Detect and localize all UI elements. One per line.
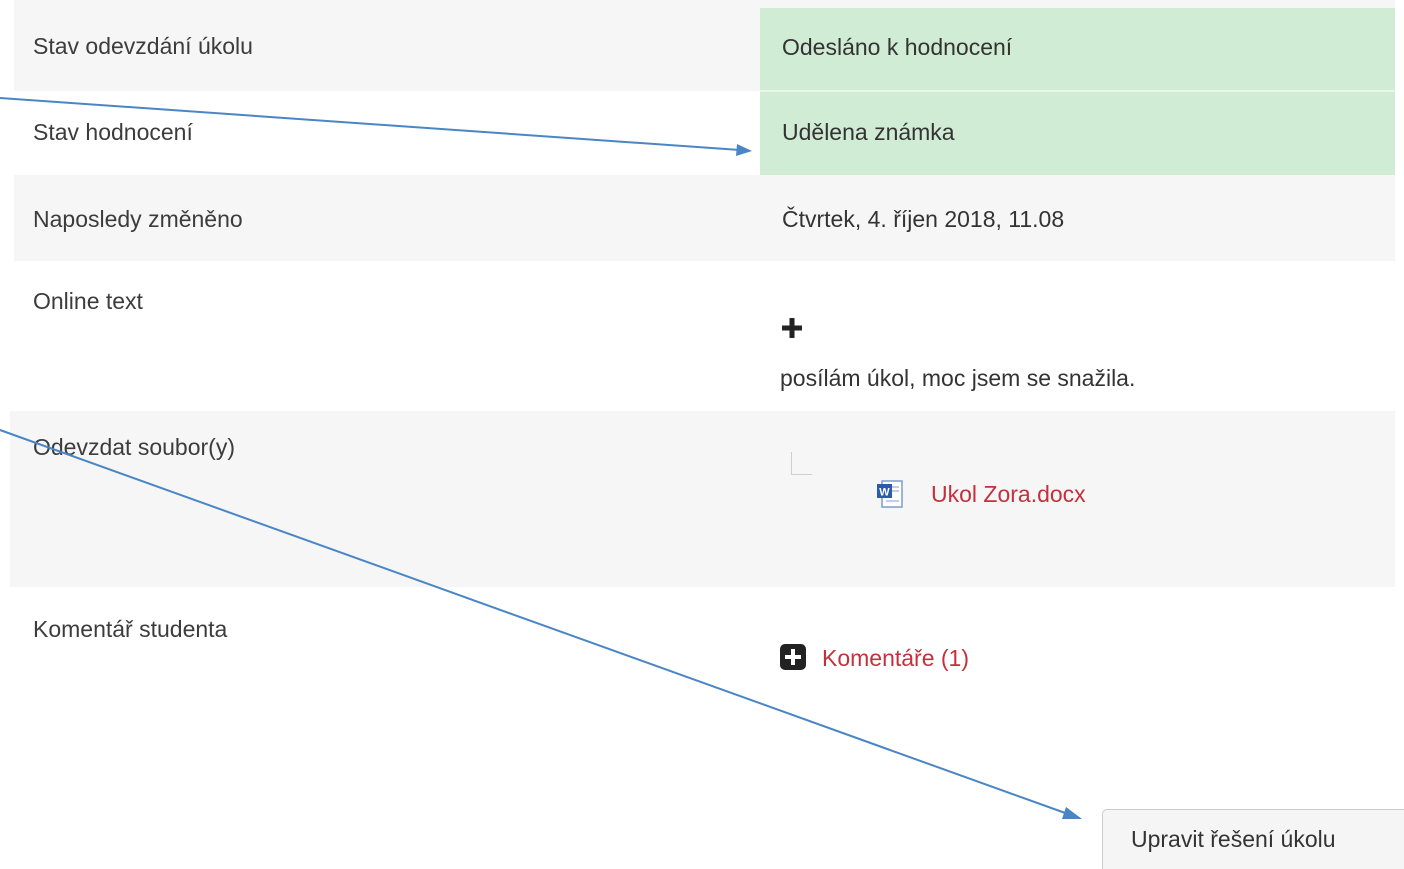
grading-status-label: Stav hodnocení — [33, 119, 193, 145]
grading-status-value: Udělena známka — [782, 119, 955, 145]
online-text-label: Online text — [33, 288, 143, 314]
last-modified-label: Naposledy změněno — [33, 206, 243, 232]
file-tree-branch — [791, 452, 812, 475]
word-document-icon: W — [876, 479, 904, 509]
comments-link[interactable]: Komentáře (1) — [822, 645, 969, 672]
svg-text:W: W — [879, 487, 890, 499]
file-submissions-label: Odevzdat soubor(y) — [33, 434, 235, 460]
last-modified-value: Čtvrtek, 4. říjen 2018, 11.08 — [782, 206, 1065, 232]
plus-icon[interactable] — [782, 317, 802, 339]
annotation-arrowhead-grading — [736, 144, 752, 156]
file-link[interactable]: Ukol Zora.docx — [931, 481, 1086, 508]
submission-status-label: Stav odevzdání úkolu — [33, 33, 253, 59]
submission-status-value: Odesláno k hodnocení — [782, 34, 1013, 60]
annotation-arrowhead-edit — [1062, 807, 1082, 819]
plus-square-icon[interactable] — [780, 644, 806, 670]
edit-submission-button[interactable]: Upravit řešení úkolu — [1102, 809, 1404, 869]
student-comments-label: Komentář studenta — [33, 616, 228, 642]
online-text-value: posílám úkol, moc jsem se snažila. — [780, 365, 1136, 391]
